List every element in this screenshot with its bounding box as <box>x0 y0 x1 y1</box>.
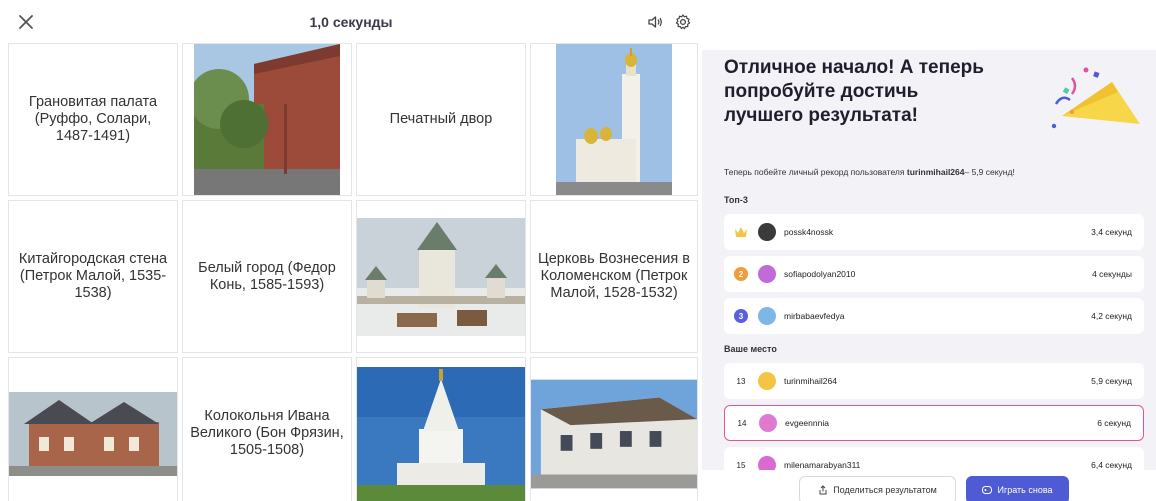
gamepad-icon <box>982 486 993 494</box>
your-place-heading: Ваше место <box>724 344 777 354</box>
player-name: turinmihail264 <box>784 376 837 386</box>
card-text[interactable]: Церковь Вознесения в Коломенском (Петрок… <box>530 200 698 353</box>
wall-photo <box>194 44 340 195</box>
card-image[interactable] <box>182 43 352 196</box>
card-text[interactable]: Белый город (Федор Конь, 1585-1593) <box>182 200 352 353</box>
player-score: 6 секунд <box>1097 418 1131 428</box>
card-text[interactable]: Грановитая палата (Руффо, Солари, 1487-1… <box>8 43 178 196</box>
avatar <box>759 414 777 432</box>
card-image[interactable] <box>356 357 526 501</box>
card-text[interactable]: Китайгородская стена (Петрок Малой, 1535… <box>8 200 178 353</box>
share-button-label: Поделиться результатом <box>833 485 937 495</box>
leaderboard-row-current-user: 14 evgeennnia 6 секунд <box>724 405 1144 441</box>
card-label: Церковь Вознесения в Коломенском (Петрок… <box>537 251 690 301</box>
timer-display: 1,0 секунды <box>309 14 393 30</box>
card-label: Колокольня Ивана Великого (Бон Фрязин, 1… <box>190 408 344 458</box>
player-score: 4 секунды <box>1092 269 1132 279</box>
top-bar: 1,0 секунды <box>0 0 702 44</box>
share-result-button[interactable]: Поделиться результатом <box>799 476 956 501</box>
player-score: 4,2 секунд <box>1091 311 1132 321</box>
rank-number: 13 <box>736 376 746 386</box>
leaderboard-row: 13 turinmihail264 5,9 секунд <box>724 363 1144 399</box>
top3-heading: Топ-3 <box>724 195 748 205</box>
player-name: evgeennnia <box>785 418 829 428</box>
white-city-painting <box>357 217 525 336</box>
results-panel: Отличное начало! А теперь попробуйте дос… <box>702 50 1156 470</box>
leaderboard-row: 15 milenamarabyan311 6,4 секунд <box>724 447 1144 470</box>
play-button-label: Играть снова <box>997 485 1053 495</box>
result-headline: Отличное начало! А теперь попробуйте дос… <box>724 57 984 127</box>
player-score: 3,4 секунд <box>1091 227 1132 237</box>
party-popper-icon <box>1051 67 1140 129</box>
faceted-chamber-photo <box>531 379 697 488</box>
avatar <box>758 307 776 325</box>
player-name: mirbabaevfedya <box>784 311 845 321</box>
rank-badge: 3 <box>734 309 748 323</box>
share-icon <box>819 485 827 495</box>
bell-tower-photo <box>556 44 672 195</box>
card-text[interactable]: Колокольня Ивана Великого (Бон Фрязин, 1… <box>182 357 352 501</box>
card-label: Печатный двор <box>389 111 493 128</box>
kolomenskoye-church-photo <box>357 366 525 501</box>
player-name: milenamarabyan311 <box>784 460 861 470</box>
record-username: turinmihail264 <box>906 167 965 177</box>
rank-badge: 2 <box>734 267 748 281</box>
card-label: Китайгородская стена (Петрок Малой, 1535… <box>18 251 168 301</box>
card-image[interactable] <box>356 200 526 353</box>
challenge-text: Теперь побейте личный рекорд пользовател… <box>724 167 1015 177</box>
player-score: 5,9 секунд <box>1091 376 1132 386</box>
card-image[interactable] <box>530 357 698 501</box>
leaderboard-row: possk4nossk 3,4 секунд <box>724 214 1144 250</box>
avatar <box>758 265 776 283</box>
player-name: possk4nossk <box>784 227 834 237</box>
crown-icon <box>724 226 758 238</box>
player-score: 6,4 секунд <box>1091 460 1132 470</box>
sound-icon[interactable] <box>646 13 664 31</box>
avatar <box>758 223 776 241</box>
avatar <box>758 372 776 390</box>
rank-number: 14 <box>737 418 747 428</box>
card-image[interactable] <box>530 43 698 196</box>
leaderboard-row: 3 mirbabaevfedya 4,2 секунд <box>724 298 1144 334</box>
print-yard-photo <box>9 391 177 476</box>
card-image[interactable] <box>8 357 178 501</box>
cards-grid: Грановитая палата (Руффо, Солари, 1487-1… <box>8 43 698 501</box>
play-again-button[interactable]: Играть снова <box>966 476 1069 501</box>
leaderboard-row: 2 sofiapodolyan2010 4 секунды <box>724 256 1144 292</box>
card-text[interactable]: Печатный двор <box>356 43 526 196</box>
rank-number: 15 <box>736 460 746 470</box>
player-name: sofiapodolyan2010 <box>784 269 856 279</box>
card-label: Грановитая палата (Руффо, Солари, 1487-1… <box>28 94 158 144</box>
settings-icon[interactable] <box>674 13 692 31</box>
card-label: Белый город (Федор Конь, 1585-1593) <box>198 259 336 293</box>
avatar <box>758 456 776 470</box>
